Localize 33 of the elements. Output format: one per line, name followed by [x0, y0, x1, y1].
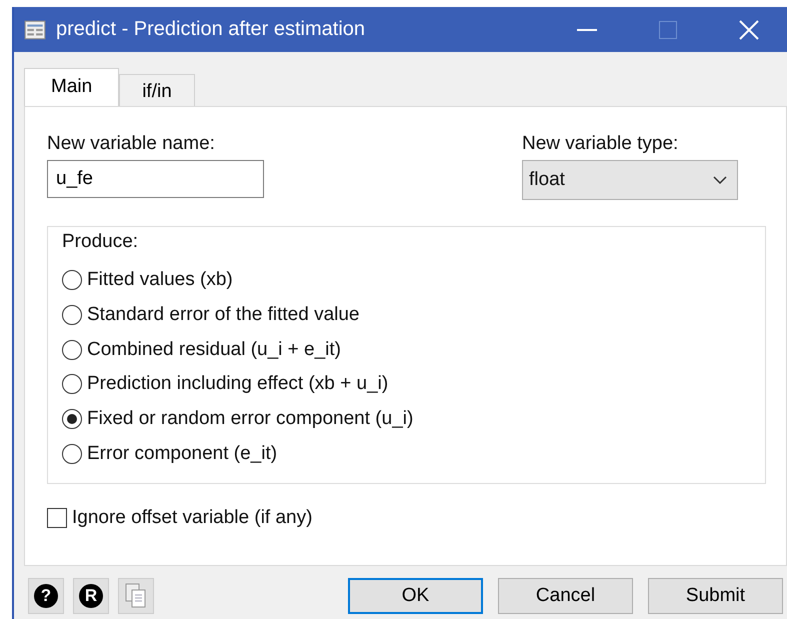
radio-button[interactable]	[62, 340, 82, 360]
minimize-icon[interactable]	[577, 28, 597, 30]
dialog-button[interactable]: Cancel	[498, 578, 633, 614]
radio-button[interactable]	[62, 270, 82, 290]
field-label: New variable type:	[522, 133, 680, 155]
radio-option[interactable]: Fixed or random error component (u_i)	[62, 402, 751, 436]
radio-button[interactable]	[62, 409, 82, 430]
tab[interactable]: Main	[24, 68, 120, 106]
window-icon	[24, 20, 46, 40]
type-dropdown[interactable]: float	[522, 160, 738, 200]
radio-button[interactable]	[62, 444, 82, 464]
checkbox[interactable]	[47, 508, 67, 528]
close-icon[interactable]	[739, 20, 759, 40]
window-title: predict - Prediction after estimation	[56, 18, 366, 41]
checkbox-option[interactable]: Ignore offset variable (if any)	[47, 500, 766, 536]
tab[interactable]: if/in	[119, 74, 195, 106]
radio-button[interactable]	[62, 305, 82, 325]
radio-option[interactable]: Standard error of the fitted value	[62, 298, 751, 332]
pages-icon	[125, 583, 147, 609]
radio-option[interactable]: Prediction including effect (xb + u_i)	[62, 367, 751, 402]
reset-button[interactable]: R	[73, 578, 109, 614]
group-label: Produce:	[62, 231, 140, 253]
radio-button[interactable]	[62, 374, 82, 394]
radio-option[interactable]: Combined residual (u_i + e_it)	[62, 332, 751, 368]
copy-button[interactable]	[118, 578, 154, 614]
field-label: New variable name:	[47, 133, 216, 155]
chevron-icon	[713, 176, 727, 184]
radio-option[interactable]: Error component (e_it)	[62, 436, 751, 472]
help-button[interactable]: ?	[28, 578, 64, 614]
radio-option[interactable]: Fitted values (xb)	[62, 263, 751, 298]
dialog-button[interactable]: OK	[348, 578, 483, 614]
dialog-button[interactable]: Submit	[648, 578, 783, 614]
input-field[interactable]: u_fe	[47, 160, 264, 198]
